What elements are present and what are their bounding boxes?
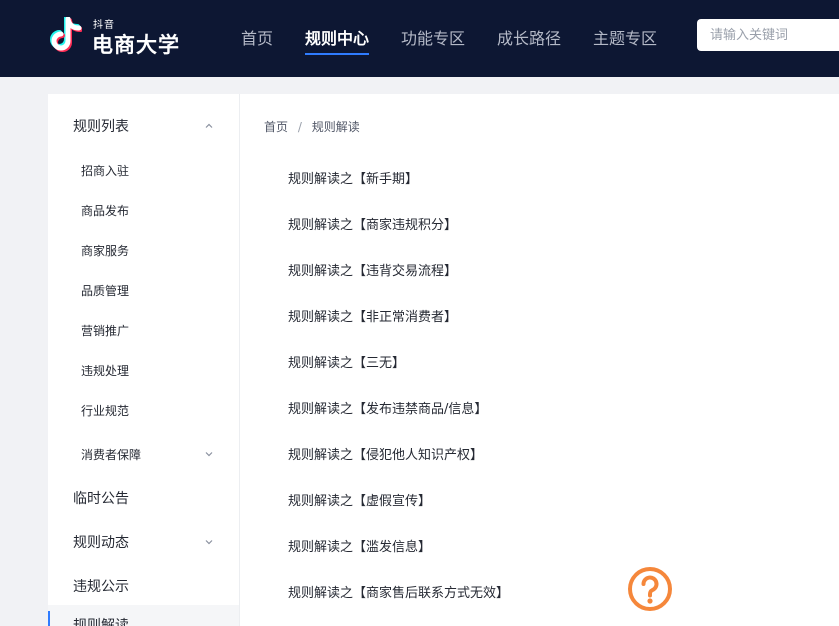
article-link[interactable]: 规则解读之【虚假宣传】 xyxy=(288,490,431,509)
logo-title: 电商大学 xyxy=(92,33,180,57)
chevron-down-icon[interactable] xyxy=(203,448,215,460)
nav-item-growth-path[interactable]: 成长路径 xyxy=(497,25,561,49)
sidebar-active-indicator xyxy=(48,611,50,626)
breadcrumb-home[interactable]: 首页 xyxy=(264,120,288,134)
article-link[interactable]: 规则解读之【商家违规积分】 xyxy=(288,214,457,233)
question-help-icon[interactable] xyxy=(627,566,673,612)
article-link[interactable]: 规则解读之【滥发信息】 xyxy=(288,536,431,555)
article-link[interactable]: 规则解读之【侵犯他人知识产权】 xyxy=(288,444,483,463)
nav-item-features[interactable]: 功能专区 xyxy=(401,25,465,49)
top-header: 抖音 电商大学 首页 规则中心 功能专区 成长路径 主题专区 xyxy=(0,0,839,77)
sidebar-item-consumer-protection[interactable]: 消费者保障 xyxy=(81,446,141,463)
sidebar: 规则列表 招商入驻 商品发布 商家服务 品质管理 营销推广 违规处理 行业规范 … xyxy=(48,94,240,626)
chevron-down-icon[interactable] xyxy=(203,536,215,548)
breadcrumb-separator: / xyxy=(297,120,302,134)
article-link[interactable]: 规则解读之【三无】 xyxy=(288,352,405,371)
content-card: 规则列表 招商入驻 商品发布 商家服务 品质管理 营销推广 违规处理 行业规范 … xyxy=(48,94,839,626)
site-logo[interactable]: 抖音 电商大学 xyxy=(48,15,193,59)
nav-item-home[interactable]: 首页 xyxy=(241,25,273,49)
sidebar-item-product-publish[interactable]: 商品发布 xyxy=(81,202,129,219)
search-input[interactable] xyxy=(697,19,839,51)
chevron-up-icon[interactable] xyxy=(203,120,215,132)
breadcrumb-current: 规则解读 xyxy=(311,120,360,134)
nav-active-indicator xyxy=(305,53,369,55)
nav-item-topics[interactable]: 主题专区 xyxy=(593,25,657,49)
article-link[interactable]: 规则解读之【非正常消费者】 xyxy=(288,306,457,325)
sidebar-item-merchant-entry[interactable]: 招商入驻 xyxy=(81,162,129,179)
sidebar-item-quality-management[interactable]: 品质管理 xyxy=(81,282,129,299)
article-link[interactable]: 规则解读之【发布违禁商品/信息】 xyxy=(288,398,487,417)
nav-item-rules-center[interactable]: 规则中心 xyxy=(305,25,369,49)
article-link[interactable]: 规则解读之【违背交易流程】 xyxy=(288,260,457,279)
sidebar-item-marketing[interactable]: 营销推广 xyxy=(81,322,129,339)
sidebar-item-merchant-service[interactable]: 商家服务 xyxy=(81,242,129,259)
breadcrumb: 首页 / 规则解读 xyxy=(264,118,366,135)
sidebar-item-violation-handling[interactable]: 违规处理 xyxy=(81,362,129,379)
douyin-logo-icon xyxy=(50,17,82,52)
article-link[interactable]: 规则解读之【商家售后联系方式无效】 xyxy=(288,582,509,601)
sidebar-item-industry-standards[interactable]: 行业规范 xyxy=(81,402,129,419)
sidebar-group-rules-list[interactable]: 规则列表 xyxy=(73,116,129,136)
article-link[interactable]: 规则解读之【新手期】 xyxy=(288,168,418,187)
sidebar-item-violation-notice[interactable]: 违规公示 xyxy=(73,576,129,596)
sidebar-item-temp-notice[interactable]: 临时公告 xyxy=(73,488,129,508)
sidebar-item-rule-interpretation[interactable]: 规则解读 xyxy=(73,615,129,626)
sidebar-group-rule-updates[interactable]: 规则动态 xyxy=(73,532,129,552)
